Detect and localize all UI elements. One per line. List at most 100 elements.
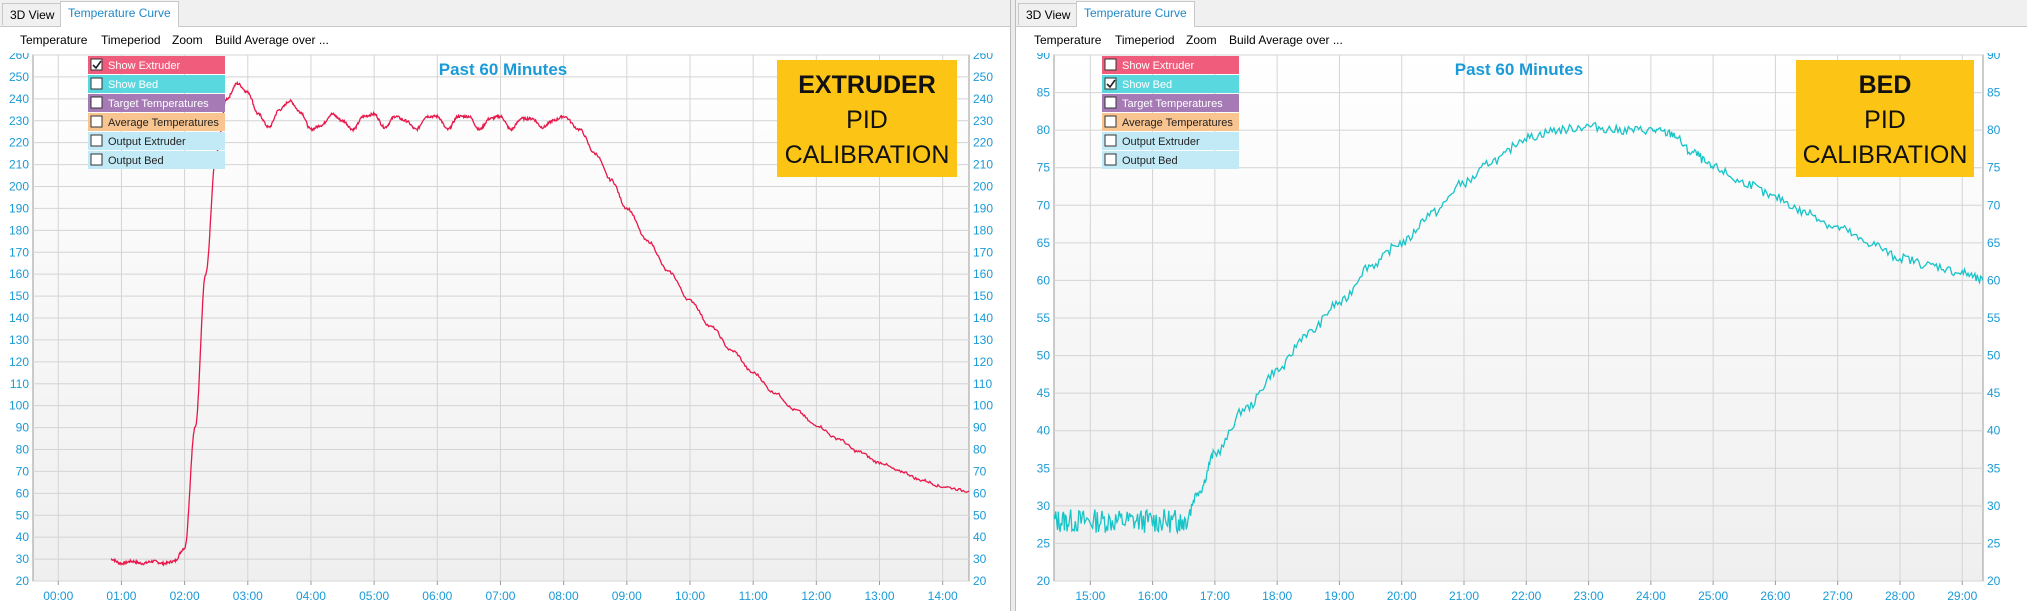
legend-checkbox[interactable] xyxy=(1104,115,1117,128)
y-tick-label-right: 65 xyxy=(1987,236,2001,250)
legend-label: Target Temperatures xyxy=(108,98,209,110)
y-tick-label-left: 90 xyxy=(1037,53,1051,62)
y-tick-label-left: 25 xyxy=(1037,536,1051,550)
legend-item[interactable]: Target Temperatures xyxy=(88,94,225,112)
legend-checkbox[interactable] xyxy=(90,115,103,128)
legend-item[interactable]: Output Extruder xyxy=(88,132,225,150)
x-tick-label: 13:00 xyxy=(864,589,894,603)
y-tick-label-right: 60 xyxy=(973,486,987,500)
y-tick-label-right: 70 xyxy=(973,464,987,478)
tab-temperature-curve[interactable]: Temperature Curve xyxy=(1076,1,1195,27)
x-tick-label: 09:00 xyxy=(612,589,642,603)
y-tick-label-right: 170 xyxy=(973,245,993,259)
x-tick-label: 16:00 xyxy=(1138,589,1168,603)
legend-checkbox[interactable] xyxy=(90,134,103,147)
menu-bar: Temperature Timeperiod Zoom Build Averag… xyxy=(1016,27,2027,53)
tab-bar: 3D View Temperature Curve xyxy=(1016,0,2027,27)
legend-label: Output Bed xyxy=(108,155,164,167)
chart-title: Past 60 Minutes xyxy=(1455,60,1584,79)
legend-label: Output Extruder xyxy=(1122,136,1200,148)
tab-3d-view[interactable]: 3D View xyxy=(1018,3,1079,25)
legend-item[interactable]: Show Bed xyxy=(1102,75,1239,93)
x-tick-label: 06:00 xyxy=(422,589,452,603)
x-tick-label: 07:00 xyxy=(485,589,515,603)
y-tick-label-left: 40 xyxy=(16,530,30,544)
y-tick-label-left: 40 xyxy=(1037,424,1051,438)
y-tick-label-left: 50 xyxy=(16,508,30,522)
y-tick-label-left: 45 xyxy=(1037,386,1051,400)
y-tick-label-left: 30 xyxy=(1037,499,1051,513)
y-tick-label-left: 20 xyxy=(16,574,30,588)
menu-build-average[interactable]: Build Average over ... xyxy=(1229,33,1343,47)
x-tick-label: 03:00 xyxy=(233,589,263,603)
legend-checkbox[interactable] xyxy=(1104,153,1117,166)
x-tick-label: 10:00 xyxy=(675,589,705,603)
legend-checkbox[interactable] xyxy=(1104,58,1117,71)
y-tick-label-right: 25 xyxy=(1987,536,2001,550)
badge-line: PID xyxy=(846,106,888,134)
y-tick-label-right: 75 xyxy=(1987,161,2001,175)
badge-title: EXTRUDER xyxy=(798,71,936,99)
x-tick-label: 08:00 xyxy=(549,589,579,603)
legend-checkbox[interactable] xyxy=(1104,134,1117,147)
legend-item[interactable]: Output Extruder xyxy=(1102,132,1239,150)
y-tick-label-right: 100 xyxy=(973,399,993,413)
tab-3d-view[interactable]: 3D View xyxy=(2,3,63,25)
legend-item[interactable]: Output Bed xyxy=(88,151,225,169)
badge-line: CALIBRATION xyxy=(785,141,950,169)
legend-item[interactable]: Show Extruder xyxy=(88,56,225,74)
legend-label: Target Temperatures xyxy=(1122,98,1223,110)
menu-timeperiod[interactable]: Timeperiod xyxy=(1115,33,1175,47)
y-tick-label-right: 20 xyxy=(1987,574,2001,588)
tab-temperature-curve[interactable]: Temperature Curve xyxy=(60,1,179,27)
y-tick-label-right: 250 xyxy=(973,70,993,84)
legend-checkbox[interactable] xyxy=(1104,96,1117,109)
legend-label: Average Temperatures xyxy=(1122,117,1233,129)
x-tick-label: 29:00 xyxy=(1947,589,1977,603)
y-tick-label-right: 30 xyxy=(1987,499,2001,513)
badge-title: BED xyxy=(1859,71,1912,99)
legend-item[interactable]: Average Temperatures xyxy=(1102,113,1239,131)
y-tick-label-left: 65 xyxy=(1037,236,1051,250)
y-tick-label-right: 60 xyxy=(1987,273,2001,287)
x-tick-label: 04:00 xyxy=(296,589,326,603)
menu-bar: Temperature Timeperiod Zoom Build Averag… xyxy=(0,27,1010,53)
y-tick-label-left: 75 xyxy=(1037,161,1051,175)
y-tick-label-left: 140 xyxy=(9,311,29,325)
legend-item[interactable]: Show Bed xyxy=(88,75,225,93)
y-tick-label-left: 30 xyxy=(16,552,30,566)
tab-bar: 3D View Temperature Curve xyxy=(0,0,1010,27)
y-tick-label-right: 240 xyxy=(973,92,993,106)
y-tick-label-left: 190 xyxy=(9,201,29,215)
x-tick-label: 05:00 xyxy=(359,589,389,603)
y-tick-label-left: 220 xyxy=(9,136,29,150)
menu-build-average[interactable]: Build Average over ... xyxy=(215,33,329,47)
x-tick-label: 21:00 xyxy=(1449,589,1479,603)
y-tick-label-right: 150 xyxy=(973,289,993,303)
menu-timeperiod[interactable]: Timeperiod xyxy=(101,33,161,47)
y-tick-label-right: 200 xyxy=(973,180,993,194)
bed-chart-svg: 20 20 25 25 30 30 35 35 40 40 45 45 50 50 55 55 60 60 65 65… xyxy=(1037,48,2001,603)
menu-temperature[interactable]: Temperature xyxy=(20,33,87,47)
legend-checkbox[interactable] xyxy=(90,96,103,109)
y-tick-label-right: 180 xyxy=(973,223,993,237)
y-tick-label-left: 55 xyxy=(1037,311,1051,325)
legend-label: Output Extruder xyxy=(108,136,186,148)
menu-zoom[interactable]: Zoom xyxy=(1186,33,1217,47)
y-tick-label-right: 40 xyxy=(973,530,987,544)
legend-item[interactable]: Average Temperatures xyxy=(88,113,225,131)
legend-item[interactable]: Target Temperatures xyxy=(1102,94,1239,112)
y-tick-label-left: 230 xyxy=(9,114,29,128)
y-tick-label-right: 50 xyxy=(1987,349,2001,363)
menu-zoom[interactable]: Zoom xyxy=(172,33,203,47)
legend-checkbox[interactable] xyxy=(90,77,103,90)
menu-temperature[interactable]: Temperature xyxy=(1034,33,1101,47)
badge-line: PID xyxy=(1864,106,1906,134)
legend-item[interactable]: Output Bed xyxy=(1102,151,1239,169)
bed-panel: 3D View Temperature Curve Temperature Ti… xyxy=(1016,0,2027,611)
x-tick-label: 24:00 xyxy=(1636,589,1666,603)
y-tick-label-left: 85 xyxy=(1037,86,1051,100)
legend-item[interactable]: Show Extruder xyxy=(1102,56,1239,74)
y-tick-label-right: 210 xyxy=(973,158,993,172)
legend-checkbox[interactable] xyxy=(90,153,103,166)
